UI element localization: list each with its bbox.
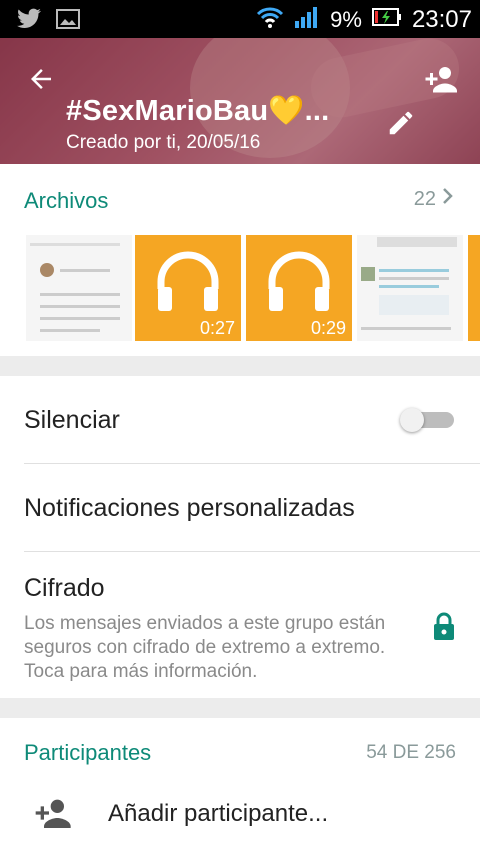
twitter-icon [16,8,42,35]
media-thumbnail-audio[interactable]: 0:27 [135,235,241,341]
add-participant-button[interactable]: Añadir participante... [0,778,480,854]
files-section: Archivos 22 0:27 0:29 [0,164,480,356]
files-count[interactable]: 22 [414,187,454,211]
custom-notifications-row[interactable]: Notificaciones personalizadas [0,464,480,552]
status-bar: 9% 23:07 [0,0,480,38]
participants-label: Participantes [24,740,152,765]
add-person-icon [34,796,74,835]
wifi-icon [256,5,284,34]
mute-toggle[interactable] [400,408,456,432]
battery-charging-icon [371,7,402,32]
audio-duration: 0:27 [199,318,235,338]
encryption-description: Los mensajes enviados a este grupo están… [24,613,386,682]
media-thumbnail-audio[interactable]: 0:29 [246,235,352,341]
encryption-row[interactable]: Cifrado Los mensajes enviados a este gru… [0,552,480,698]
chevron-right-icon [442,187,454,211]
group-header: #SexMarioBau💛... Creado por ti, 20/05/16 [0,38,480,164]
back-arrow-icon[interactable] [26,64,56,99]
media-thumbnails: 0:27 0:29 [0,235,480,341]
mute-label: Silenciar [24,406,120,434]
battery-percent: 9% [330,6,362,32]
group-title: #SexMarioBau💛... [66,95,330,127]
edit-pencil-icon[interactable] [386,108,416,143]
custom-notifications-label: Notificaciones personalizadas [24,494,355,522]
files-label: Archivos [24,188,109,213]
media-thumbnail-screenshot[interactable] [357,235,463,341]
encryption-label: Cifrado [24,574,105,602]
participants-count: 54 DE 256 [366,742,456,763]
settings-section: Silenciar Notificaciones personalizadas … [0,376,480,698]
lock-icon [432,612,456,647]
media-thumbnail-screenshot[interactable] [26,235,132,341]
signal-icon [294,5,320,34]
participants-section: Participantes 54 DE 256 Añadir participa… [0,718,480,854]
mute-row[interactable]: Silenciar [0,376,480,464]
add-person-icon[interactable] [424,64,460,99]
media-thumbnail-audio[interactable] [468,235,480,341]
add-participant-label: Añadir participante... [108,800,329,827]
group-created-info: Creado por ti, 20/05/16 [66,132,261,153]
audio-duration: 0:29 [310,318,346,338]
image-icon [56,8,80,35]
clock: 23:07 [411,5,472,33]
